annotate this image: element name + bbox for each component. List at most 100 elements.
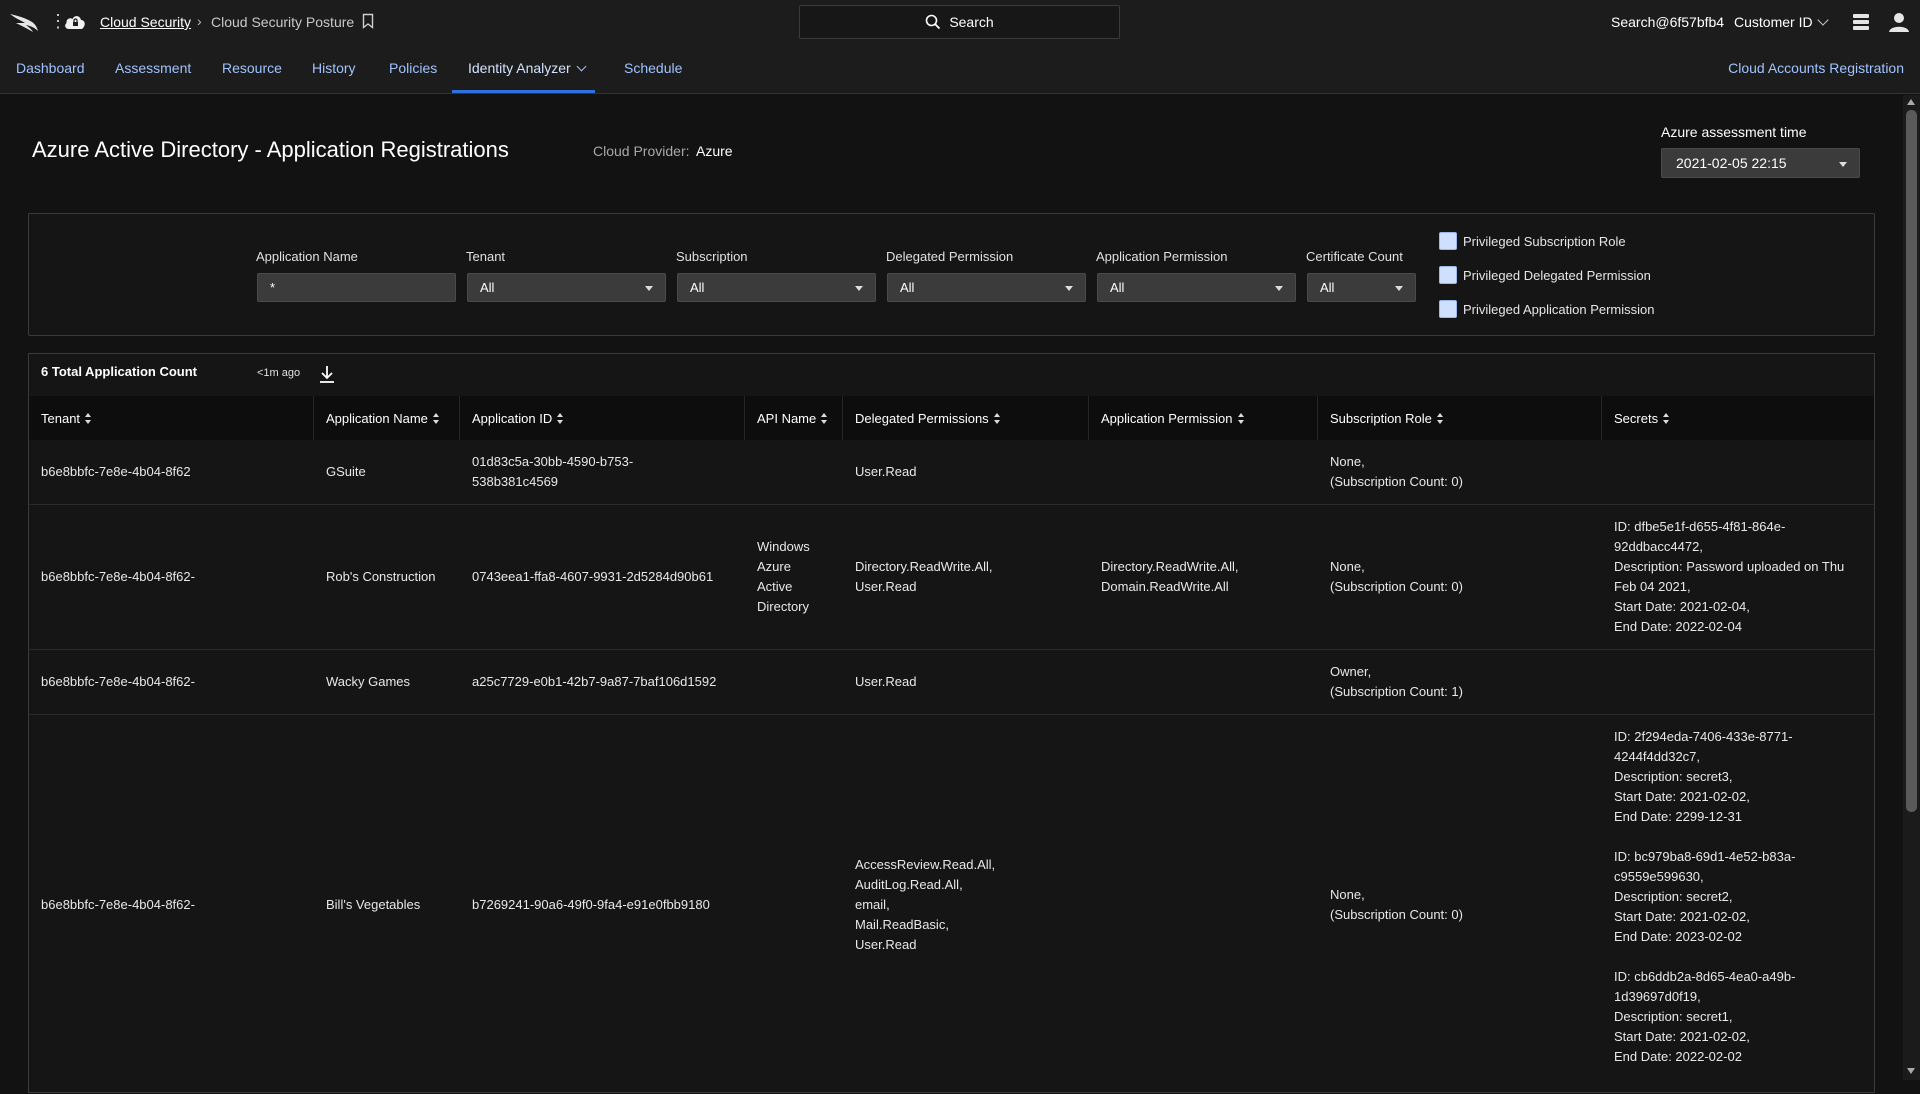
breadcrumb-cloud-security[interactable]: Cloud Security bbox=[100, 14, 191, 30]
sort-icon bbox=[1436, 412, 1444, 424]
tab-history[interactable]: History bbox=[312, 60, 356, 76]
cell-application-permission bbox=[1089, 440, 1318, 504]
subscription-value: All bbox=[690, 280, 705, 295]
privileged-delegated-permission-checkbox[interactable]: Privileged Delegated Permission bbox=[1439, 265, 1651, 285]
bookmark-icon[interactable] bbox=[362, 13, 374, 29]
cell-api-name bbox=[745, 715, 843, 1094]
application-permission-value: All bbox=[1110, 280, 1125, 295]
cell-secrets: ID: 2f294eda-7406-433e-8771- 4244f4dd32c… bbox=[1614, 729, 1796, 1064]
application-name-label: Application Name bbox=[256, 249, 358, 264]
column-header-application-permission[interactable]: Application Permission bbox=[1089, 396, 1318, 440]
cell-application-name: Bill's Vegetables bbox=[326, 896, 421, 912]
column-header-application-id[interactable]: Application ID bbox=[460, 396, 745, 440]
search-icon bbox=[926, 14, 941, 30]
cell-secrets: ID: dfbe5e1f-d655-4f81-864e- 92ddbacc447… bbox=[1614, 519, 1845, 634]
cell-tenant: b6e8bbfc-7e8e-4b04-8f62- bbox=[41, 569, 195, 584]
caret-down-icon bbox=[1275, 286, 1283, 291]
tab-policies[interactable]: Policies bbox=[389, 60, 437, 76]
column-header-secrets[interactable]: Secrets bbox=[1602, 396, 1874, 440]
top-bar: ⋮ Cloud Security › Cloud Security Postur… bbox=[0, 0, 1920, 44]
certificate-count-value: All bbox=[1320, 280, 1335, 295]
cell-delegated-permissions: Directory.ReadWrite.All, User.Read bbox=[855, 559, 993, 594]
column-header-tenant[interactable]: Tenant bbox=[29, 396, 314, 440]
tab-dashboard[interactable]: Dashboard bbox=[16, 60, 85, 76]
cloud-security-icon bbox=[65, 16, 85, 29]
subscription-select[interactable]: All bbox=[677, 273, 876, 302]
checkbox-label: Privileged Subscription Role bbox=[1463, 233, 1626, 249]
cloud-provider-value: Azure bbox=[696, 143, 733, 159]
cell-application-name: GSuite bbox=[326, 464, 366, 479]
cell-api-name bbox=[745, 650, 843, 714]
tab-resource[interactable]: Resource bbox=[222, 60, 282, 76]
caret-down-icon bbox=[1065, 286, 1073, 291]
cell-secrets bbox=[1602, 650, 1874, 714]
table-row[interactable]: b6e8bbfc-7e8e-4b04-8f62- Rob's Construct… bbox=[29, 505, 1874, 650]
column-header-delegated-permissions[interactable]: Delegated Permissions bbox=[843, 396, 1089, 440]
breadcrumb-current: Cloud Security Posture bbox=[211, 14, 355, 30]
last-updated: <1m ago bbox=[257, 367, 301, 379]
cell-application-id: 01d83c5a-30bb-4590-b753- 538b381c4569 bbox=[472, 454, 634, 489]
column-header-subscription-role[interactable]: Subscription Role bbox=[1318, 396, 1602, 440]
cloud-accounts-registration-link[interactable]: Cloud Accounts Registration bbox=[1728, 60, 1904, 76]
table-header: Tenant Application Name Application ID A… bbox=[29, 396, 1874, 440]
tab-identity-analyzer-label: Identity Analyzer bbox=[468, 60, 571, 76]
column-label: Application Permission bbox=[1101, 410, 1233, 426]
column-label: Delegated Permissions bbox=[855, 410, 989, 426]
delegated-permission-select[interactable]: All bbox=[887, 273, 1086, 302]
subscription-label: Subscription bbox=[676, 249, 748, 264]
column-label: Subscription Role bbox=[1330, 410, 1432, 426]
chevron-down-icon bbox=[576, 61, 587, 72]
column-header-api-name[interactable]: API Name bbox=[745, 396, 843, 440]
scroll-down-arrow-icon[interactable] bbox=[1907, 1068, 1915, 1074]
checkbox-box[interactable] bbox=[1439, 232, 1457, 250]
cell-application-permission bbox=[1089, 650, 1318, 714]
tenant-select[interactable]: All bbox=[467, 273, 666, 302]
privileged-subscription-role-checkbox[interactable]: Privileged Subscription Role bbox=[1439, 231, 1626, 251]
privileged-application-permission-checkbox[interactable]: Privileged Application Permission bbox=[1439, 299, 1654, 319]
application-name-input[interactable]: * bbox=[257, 273, 456, 302]
assessment-time-label: Azure assessment time bbox=[1661, 124, 1807, 140]
results-panel: 6 Total Application Count <1m ago Tenant… bbox=[28, 353, 1875, 1093]
tab-schedule[interactable]: Schedule bbox=[624, 60, 682, 76]
column-label: Secrets bbox=[1614, 410, 1659, 426]
caret-down-icon bbox=[645, 286, 653, 291]
cell-subscription-role: None, (Subscription Count: 0) bbox=[1330, 559, 1463, 594]
cell-application-name: Rob's Construction bbox=[326, 569, 436, 584]
falcon-logo-icon[interactable] bbox=[8, 10, 40, 34]
sort-icon bbox=[557, 412, 564, 424]
certificate-count-select[interactable]: All bbox=[1307, 273, 1416, 302]
chevron-down-icon bbox=[1816, 14, 1829, 26]
checkbox-label: Privileged Application Permission bbox=[1463, 301, 1655, 317]
sort-icon bbox=[85, 412, 92, 424]
sort-icon bbox=[821, 412, 828, 424]
user-profile-icon[interactable] bbox=[1888, 11, 1910, 33]
sort-icon bbox=[1663, 412, 1670, 424]
cloud-provider-label: Cloud Provider: bbox=[593, 143, 690, 159]
user-account[interactable]: Search@6f57bfb4 bbox=[1611, 14, 1724, 30]
certificate-count-label: Certificate Count bbox=[1306, 249, 1403, 264]
active-tab-indicator bbox=[452, 90, 595, 93]
checkbox-box[interactable] bbox=[1439, 266, 1457, 284]
assessment-time-select[interactable]: 2021-02-05 22:15 bbox=[1661, 148, 1860, 178]
delegated-permission-label: Delegated Permission bbox=[886, 249, 1014, 264]
application-permission-select[interactable]: All bbox=[1097, 273, 1296, 302]
tab-identity-analyzer[interactable]: Identity Analyzer bbox=[468, 60, 587, 76]
column-label: Tenant bbox=[41, 410, 81, 426]
cell-application-id: a25c7729-e0b1-42b7-9a87-7baf106d1592 bbox=[472, 674, 717, 689]
download-icon[interactable] bbox=[318, 364, 336, 384]
table-row[interactable]: b6e8bbfc-7e8e-4b04-8f62- Wacky Games a25… bbox=[29, 650, 1874, 715]
scrollbar-thumb[interactable] bbox=[1906, 110, 1917, 812]
scroll-up-arrow-icon[interactable] bbox=[1907, 99, 1915, 105]
tab-assessment[interactable]: Assessment bbox=[115, 60, 191, 76]
global-search[interactable]: Search bbox=[799, 5, 1120, 39]
notifications-stack-icon[interactable] bbox=[1851, 12, 1871, 32]
table-row[interactable]: b6e8bbfc-7e8e-4b04-8f62 GSuite 01d83c5a-… bbox=[29, 440, 1874, 505]
cell-application-id: 0743eea1-ffa8-4607-9931-2d5284d90b61 bbox=[472, 569, 714, 584]
cell-tenant: b6e8bbfc-7e8e-4b04-8f62- bbox=[41, 674, 195, 689]
cell-api-name: Windows Azure Active Directory bbox=[757, 539, 810, 614]
table-row[interactable]: b6e8bbfc-7e8e-4b04-8f62- Bill's Vegetabl… bbox=[29, 715, 1874, 1094]
cell-application-id: b7269241-90a6-49f0-9fa4-e91e0fbb9180 bbox=[472, 896, 710, 912]
customer-id-dropdown[interactable]: Customer ID bbox=[1734, 14, 1829, 30]
column-header-application-name[interactable]: Application Name bbox=[314, 396, 460, 440]
checkbox-box[interactable] bbox=[1439, 300, 1457, 318]
